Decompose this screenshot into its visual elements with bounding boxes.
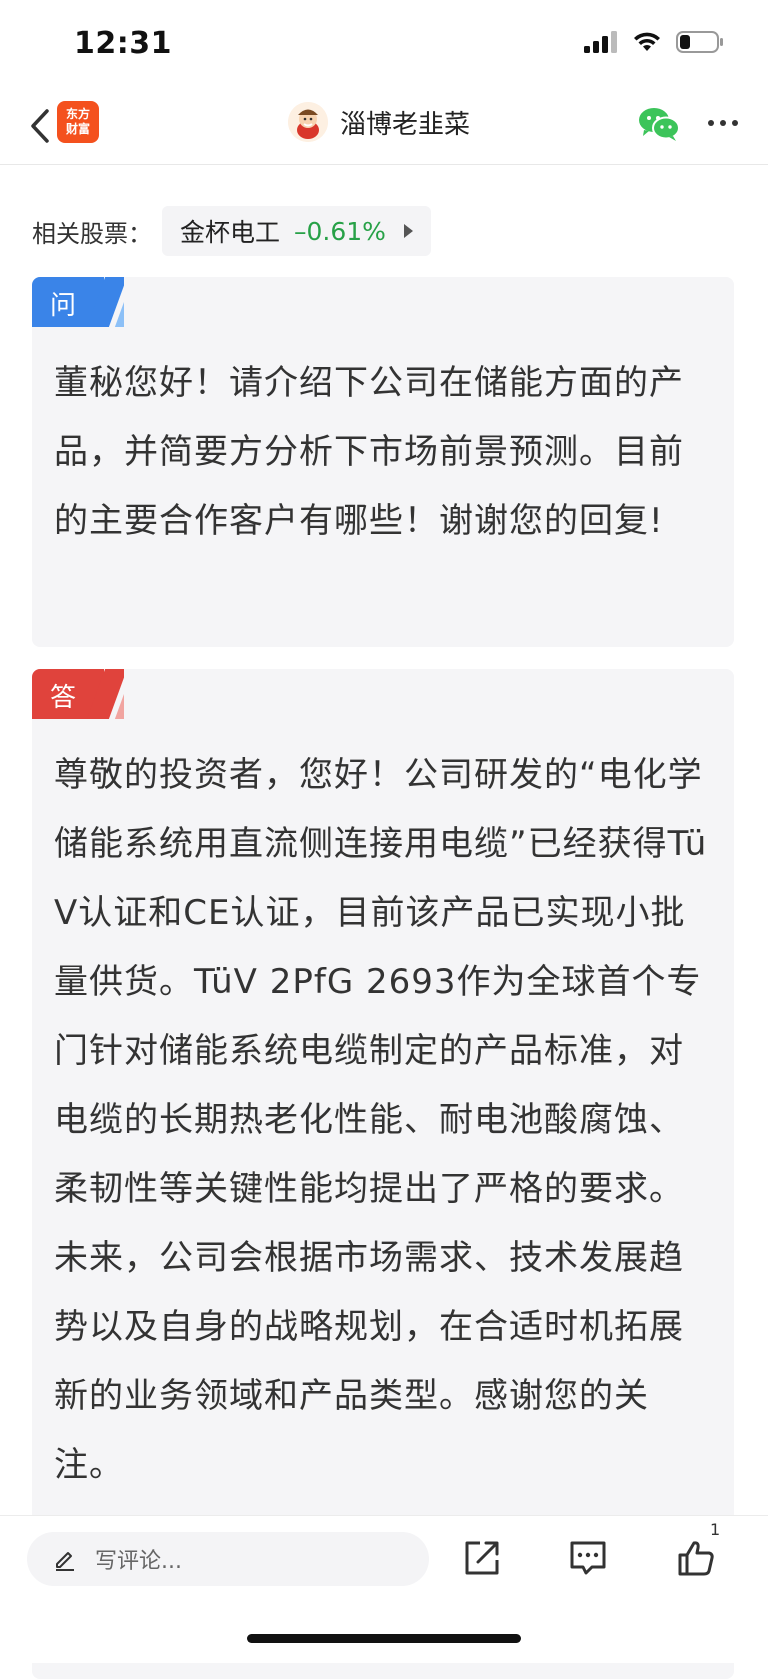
comment-button[interactable] — [568, 1538, 608, 1578]
more-dot — [708, 120, 714, 126]
battery-icon — [676, 31, 723, 53]
answer-text: 尊敬的投资者，您好！公司研发的“电化学储能系统用直流侧连接用电缆”已经获得TüV… — [54, 755, 708, 1485]
share-out-icon — [465, 1541, 499, 1575]
stock-change: –0.61% — [294, 216, 386, 246]
question-text: 董秘您好！请介绍下公司在储能方面的产品，并简要方分析下市场前景预测。目前的主要合… — [54, 363, 684, 541]
signal-icon — [584, 31, 617, 53]
wechat-icon — [639, 108, 680, 141]
wechat-share-button[interactable] — [638, 106, 680, 142]
stock-name: 金杯电工 — [180, 218, 281, 247]
thumbs-up-icon — [678, 1541, 714, 1576]
comment-icon — [570, 1541, 606, 1575]
share-button[interactable] — [462, 1538, 502, 1578]
question-tag: 问 — [32, 277, 124, 327]
like-button[interactable] — [676, 1538, 716, 1578]
author-name: 淄博老韭菜 — [340, 109, 471, 140]
chevron-left-icon — [31, 109, 49, 143]
play-arrow-icon — [403, 224, 413, 238]
more-button[interactable] — [703, 108, 743, 138]
app-logo-line1: 东方 — [65, 107, 90, 121]
comment-placeholder: 写评论... — [95, 1549, 182, 1574]
author-header[interactable]: 淄博老韭菜 — [288, 102, 470, 142]
pencil-icon — [56, 1552, 74, 1571]
related-stocks-label: 相关股票： — [32, 219, 152, 248]
avatar — [288, 102, 328, 142]
nav-bar: 东方 财富 淄博老韭菜 — [0, 88, 768, 165]
back-button[interactable] — [20, 102, 60, 150]
avatar-character-icon — [288, 102, 328, 142]
more-dot — [732, 120, 738, 126]
answer-tag-label: 答 — [50, 683, 77, 713]
app-logo-line2: 财富 — [65, 122, 90, 136]
more-dot — [720, 120, 726, 126]
stock-chip[interactable]: 金杯电工 –0.61% — [162, 206, 431, 256]
related-stocks: 相关股票： 金杯电工 –0.61% — [32, 206, 431, 256]
question-card: 问 董秘您好！请介绍下公司在储能方面的产品，并简要方分析下市场前景预测。目前的主… — [32, 277, 734, 647]
status-bar: 12:31 — [0, 0, 768, 88]
answer-tag: 答 — [32, 669, 124, 719]
wifi-icon — [634, 32, 660, 51]
status-icons — [584, 30, 724, 54]
status-time: 12:31 — [74, 26, 172, 61]
home-indicator[interactable] — [247, 1634, 521, 1643]
comment-input[interactable]: 写评论... — [27, 1532, 429, 1586]
question-tag-label: 问 — [50, 291, 77, 321]
like-count: 1 — [710, 1520, 721, 1539]
app-logo[interactable]: 东方 财富 — [57, 101, 99, 143]
